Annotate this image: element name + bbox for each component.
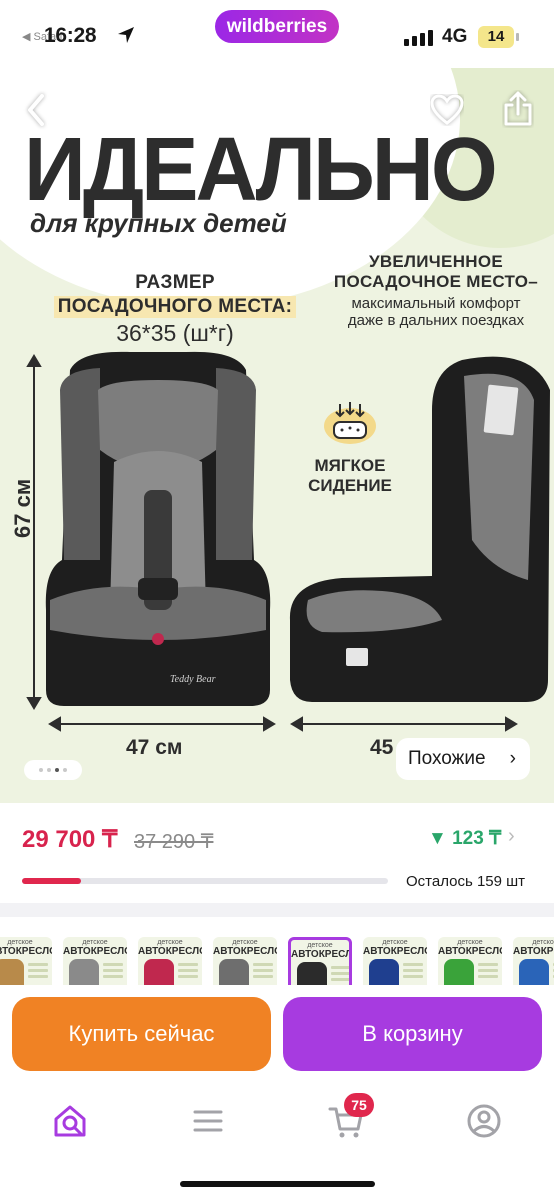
variant-label: АВТОКРЕСЛО [363, 946, 427, 957]
old-price: 37 290 ₸ [134, 831, 214, 853]
carousel-dot [47, 768, 51, 772]
variant-label: АВТОКРЕСЛО [63, 946, 127, 957]
height-dimension: 67 см [10, 478, 35, 538]
variant-label: АВТОКРЕСЛО [513, 946, 554, 957]
variant-label-small: детское [7, 939, 33, 946]
section-divider [0, 903, 554, 917]
stock-remaining: Осталось 159 шт [406, 873, 526, 890]
location-arrow-icon [118, 27, 134, 43]
carousel-dot [63, 768, 67, 772]
carousel-dot [55, 768, 59, 772]
variant-label: АВТОКРЕСЛО [0, 946, 52, 957]
variant-label: АВТОКРЕСЛО [138, 946, 202, 957]
carousel-pagination [24, 760, 82, 780]
variant-info-lines [28, 963, 48, 987]
cashback-amount[interactable]: ▼ 123 ₸ [428, 827, 501, 850]
battery-tip [516, 33, 519, 41]
network-type: 4G [442, 26, 468, 47]
home-search-icon[interactable] [50, 1101, 90, 1141]
app: ◀ Safari 16:28 wildberries 4G 14 ИДЕАЛЬН… [0, 0, 554, 1200]
similar-products-label: Похожие [408, 748, 486, 769]
variant-label: АВТОКРЕСЛО [291, 949, 352, 960]
variant-label-small: детское [82, 939, 108, 946]
variant-label: АВТОКРЕСЛО [213, 946, 277, 957]
stock-progress-fill [22, 878, 81, 884]
add-to-cart-button[interactable]: В корзину [283, 997, 542, 1071]
status-time: 16:28 [44, 24, 97, 47]
variant-label: АВТОКРЕСЛО [438, 946, 502, 957]
variant-info-lines [178, 963, 198, 987]
purchase-actions: Купить сейчас В корзину [0, 985, 554, 1085]
variant-info-lines [478, 963, 498, 987]
profile-icon[interactable] [464, 1101, 504, 1141]
battery-icon: 14 [478, 26, 514, 48]
seat-brand-label: Teddy Bear [170, 674, 216, 685]
variant-label-small: детское [457, 939, 483, 946]
product-image-carousel[interactable]: ИДЕАЛЬНО для крупных детей РАЗМЕР ПОСАДО… [0, 68, 554, 803]
current-price: 29 700 ₸ [22, 826, 118, 853]
car-seat-side-image [289, 356, 550, 702]
chevron-right-icon: › [509, 748, 516, 769]
variant-label-small: детское [157, 939, 183, 946]
status-bar: ◀ Safari 16:28 wildberries 4G 14 [0, 0, 554, 68]
variant-info-lines [253, 963, 273, 987]
width-dimension-front: 47 см [126, 736, 183, 759]
buy-now-button[interactable]: Купить сейчас [12, 997, 271, 1071]
stock-progress-bar [22, 878, 388, 884]
catalog-menu-icon[interactable] [188, 1101, 228, 1141]
signal-icon [404, 30, 433, 46]
wildberries-logo: wildberries [215, 10, 339, 43]
cart-count-badge: 75 [344, 1093, 374, 1117]
similar-products-button[interactable]: Похожие › [396, 738, 530, 780]
bottom-tab-bar: 75 [0, 1085, 554, 1200]
variant-label-small: детское [532, 939, 554, 946]
chevron-right-icon[interactable]: › [508, 825, 515, 848]
variant-label-small: детское [232, 939, 258, 946]
variant-info-lines [403, 963, 423, 987]
variant-label-small: детское [307, 942, 333, 949]
carousel-dot [39, 768, 43, 772]
car-seat-front-image: Teddy Bear [45, 351, 271, 706]
price-card: 29 700 ₸ 37 290 ₸ ▼ 123 ₸ › Осталось 159… [0, 803, 554, 903]
variant-info-lines [103, 963, 123, 987]
variant-label-small: детское [382, 939, 408, 946]
home-indicator [180, 1181, 375, 1187]
